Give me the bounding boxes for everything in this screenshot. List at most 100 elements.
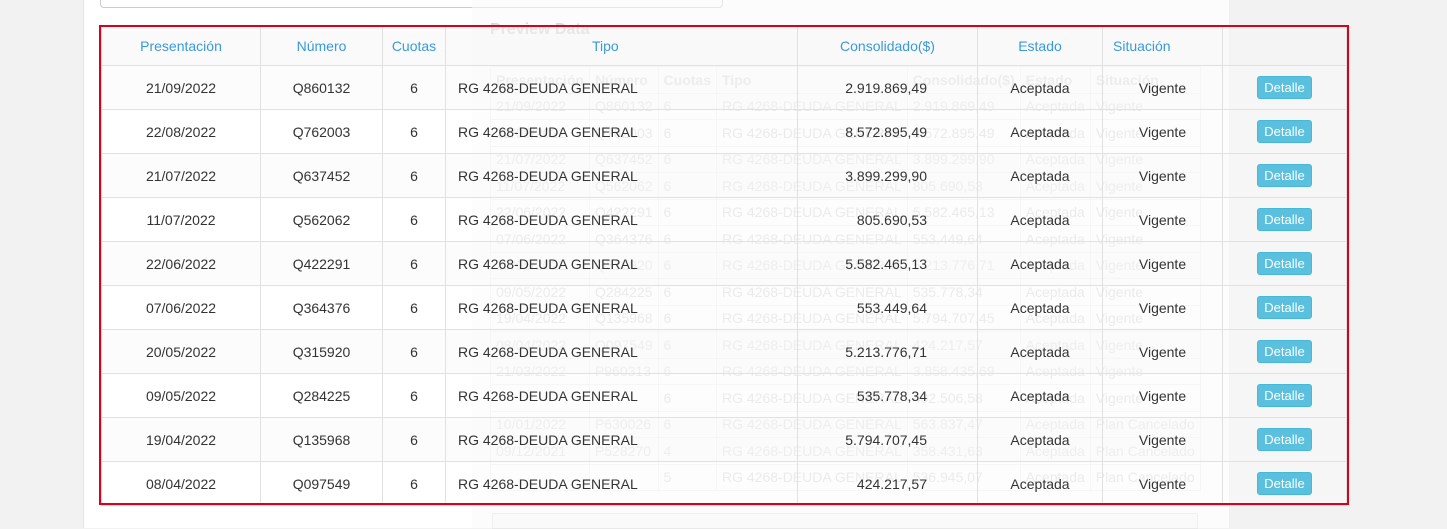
table-row: 09/05/2022 Q284225 6 RG 4268-DEUDA GENERAL 5… (101, 373, 1347, 418)
table-row: 08/04/2022 Q097549 6 RG 4268-DEUDA GENERAL 4… (101, 461, 1347, 506)
cell-estado: Aceptada (977, 153, 1103, 198)
cell-tipo: RG 4268-DEUDA GENERAL (445, 461, 798, 506)
cell-consolidado: 5.582.465,13 (797, 241, 978, 286)
cell-action: Detalle (1222, 153, 1347, 198)
cell-situacion: Vigente (1102, 461, 1223, 506)
detalle-button[interactable]: Detalle (1257, 76, 1312, 99)
cell-situacion: Vigente (1102, 109, 1223, 154)
cell-tipo: RG 4268-DEUDA GENERAL (445, 285, 798, 330)
cell-estado: Aceptada (977, 373, 1103, 418)
table-row: 19/04/2022 Q135968 6 RG 4268-DEUDA GENERAL 5… (101, 417, 1347, 462)
cell-tipo: RG 4268-DEUDA GENERAL (445, 65, 798, 110)
cell-cuotas: 6 (382, 65, 446, 110)
cell-tipo: RG 4268-DEUDA GENERAL (445, 329, 798, 374)
cell-tipo: RG 4268-DEUDA GENERAL (445, 241, 798, 286)
cell-estado: Aceptada (977, 329, 1103, 374)
cell-situacion: Vigente (1102, 153, 1223, 198)
cell-estado: Aceptada (977, 65, 1103, 110)
cell-cuotas: 6 (382, 241, 446, 286)
cell-numero: Q422291 (260, 241, 383, 286)
cell-presentacion: 11/07/2022 (101, 197, 261, 242)
table-row: 21/09/2022 Q860132 6 RG 4268-DEUDA GENERAL 2… (101, 65, 1347, 110)
cell-consolidado: 535.778,34 (797, 373, 978, 418)
cell-situacion: Vigente (1102, 285, 1223, 330)
cell-consolidado: 8.572.895,49 (797, 109, 978, 154)
cell-action: Detalle (1222, 65, 1347, 110)
detalle-button[interactable]: Detalle (1257, 208, 1312, 231)
cell-numero: Q637452 (260, 153, 383, 198)
detalle-button[interactable]: Detalle (1257, 164, 1312, 187)
cell-tipo: RG 4268-DEUDA GENERAL (445, 417, 798, 462)
cell-tipo: RG 4268-DEUDA GENERAL (445, 373, 798, 418)
cell-cuotas: 6 (382, 329, 446, 374)
cell-situacion: Vigente (1102, 65, 1223, 110)
header-estado[interactable]: Estado (977, 26, 1103, 66)
detalle-button[interactable]: Detalle (1257, 340, 1312, 363)
table-row: 22/08/2022 Q762003 6 RG 4268-DEUDA GENERAL 8… (101, 109, 1347, 154)
cell-action: Detalle (1222, 329, 1347, 374)
cell-presentacion: 20/05/2022 (101, 329, 261, 374)
cell-situacion: Vigente (1102, 197, 1223, 242)
detalle-button[interactable]: Detalle (1257, 472, 1312, 495)
cell-presentacion: 22/08/2022 (101, 109, 261, 154)
detalle-button[interactable]: Detalle (1257, 384, 1312, 407)
cell-action: Detalle (1222, 373, 1347, 418)
detalle-button[interactable]: Detalle (1257, 296, 1312, 319)
table-row: 20/05/2022 Q315920 6 RG 4268-DEUDA GENERAL 5… (101, 329, 1347, 374)
cell-tipo: RG 4268-DEUDA GENERAL (445, 197, 798, 242)
cell-presentacion: 21/07/2022 (101, 153, 261, 198)
cell-presentacion: 21/09/2022 (101, 65, 261, 110)
cell-situacion: Vigente (1102, 373, 1223, 418)
planes-table: Presentación Número Cuotas Tipo Consolid… (101, 26, 1347, 506)
cell-action: Detalle (1222, 109, 1347, 154)
cell-presentacion: 09/05/2022 (101, 373, 261, 418)
cell-cuotas: 6 (382, 461, 446, 506)
preview-horizontal-scrollbar[interactable] (492, 513, 1198, 529)
cell-cuotas: 6 (382, 417, 446, 462)
cell-action: Detalle (1222, 241, 1347, 286)
cell-consolidado: 5.794.707,45 (797, 417, 978, 462)
cell-presentacion: 07/06/2022 (101, 285, 261, 330)
header-consolidado[interactable]: Consolidado($) (797, 26, 978, 66)
cell-presentacion: 08/04/2022 (101, 461, 261, 506)
header-situacion[interactable]: Situación (1102, 26, 1223, 66)
cell-action: Detalle (1222, 197, 1347, 242)
cell-action: Detalle (1222, 417, 1347, 462)
cell-tipo: RG 4268-DEUDA GENERAL (445, 109, 798, 154)
cell-consolidado: 5.213.776,71 (797, 329, 978, 374)
cell-cuotas: 6 (382, 373, 446, 418)
cell-estado: Aceptada (977, 285, 1103, 330)
cell-numero: Q860132 (260, 65, 383, 110)
header-numero[interactable]: Número (260, 26, 383, 66)
cell-consolidado: 805.690,53 (797, 197, 978, 242)
cell-tipo: RG 4268-DEUDA GENERAL (445, 153, 798, 198)
cell-numero: Q762003 (260, 109, 383, 154)
cell-consolidado: 3.899.299,90 (797, 153, 978, 198)
cell-action: Detalle (1222, 285, 1347, 330)
detalle-button[interactable]: Detalle (1257, 252, 1312, 275)
header-tipo[interactable]: Tipo (445, 26, 798, 66)
header-presentacion[interactable]: Presentación (101, 26, 261, 66)
cell-cuotas: 6 (382, 285, 446, 330)
cell-situacion: Vigente (1102, 241, 1223, 286)
detalle-button[interactable]: Detalle (1257, 120, 1312, 143)
cell-consolidado: 553.449,64 (797, 285, 978, 330)
header-cuotas[interactable]: Cuotas (382, 26, 446, 66)
cell-cuotas: 6 (382, 153, 446, 198)
cell-estado: Aceptada (977, 241, 1103, 286)
header-actions (1222, 26, 1347, 66)
cell-cuotas: 6 (382, 197, 446, 242)
cell-situacion: Vigente (1102, 417, 1223, 462)
cell-estado: Aceptada (977, 417, 1103, 462)
planes-table-container: Presentación Número Cuotas Tipo Consolid… (101, 26, 1347, 506)
cell-action: Detalle (1222, 461, 1347, 506)
cell-estado: Aceptada (977, 109, 1103, 154)
cell-consolidado: 424.217,57 (797, 461, 978, 506)
cell-numero: Q097549 (260, 461, 383, 506)
detalle-button[interactable]: Detalle (1257, 428, 1312, 451)
cell-estado: Aceptada (977, 461, 1103, 506)
cell-numero: Q315920 (260, 329, 383, 374)
cell-presentacion: 22/06/2022 (101, 241, 261, 286)
table-row: 22/06/2022 Q422291 6 RG 4268-DEUDA GENERAL 5… (101, 241, 1347, 286)
cell-estado: Aceptada (977, 197, 1103, 242)
